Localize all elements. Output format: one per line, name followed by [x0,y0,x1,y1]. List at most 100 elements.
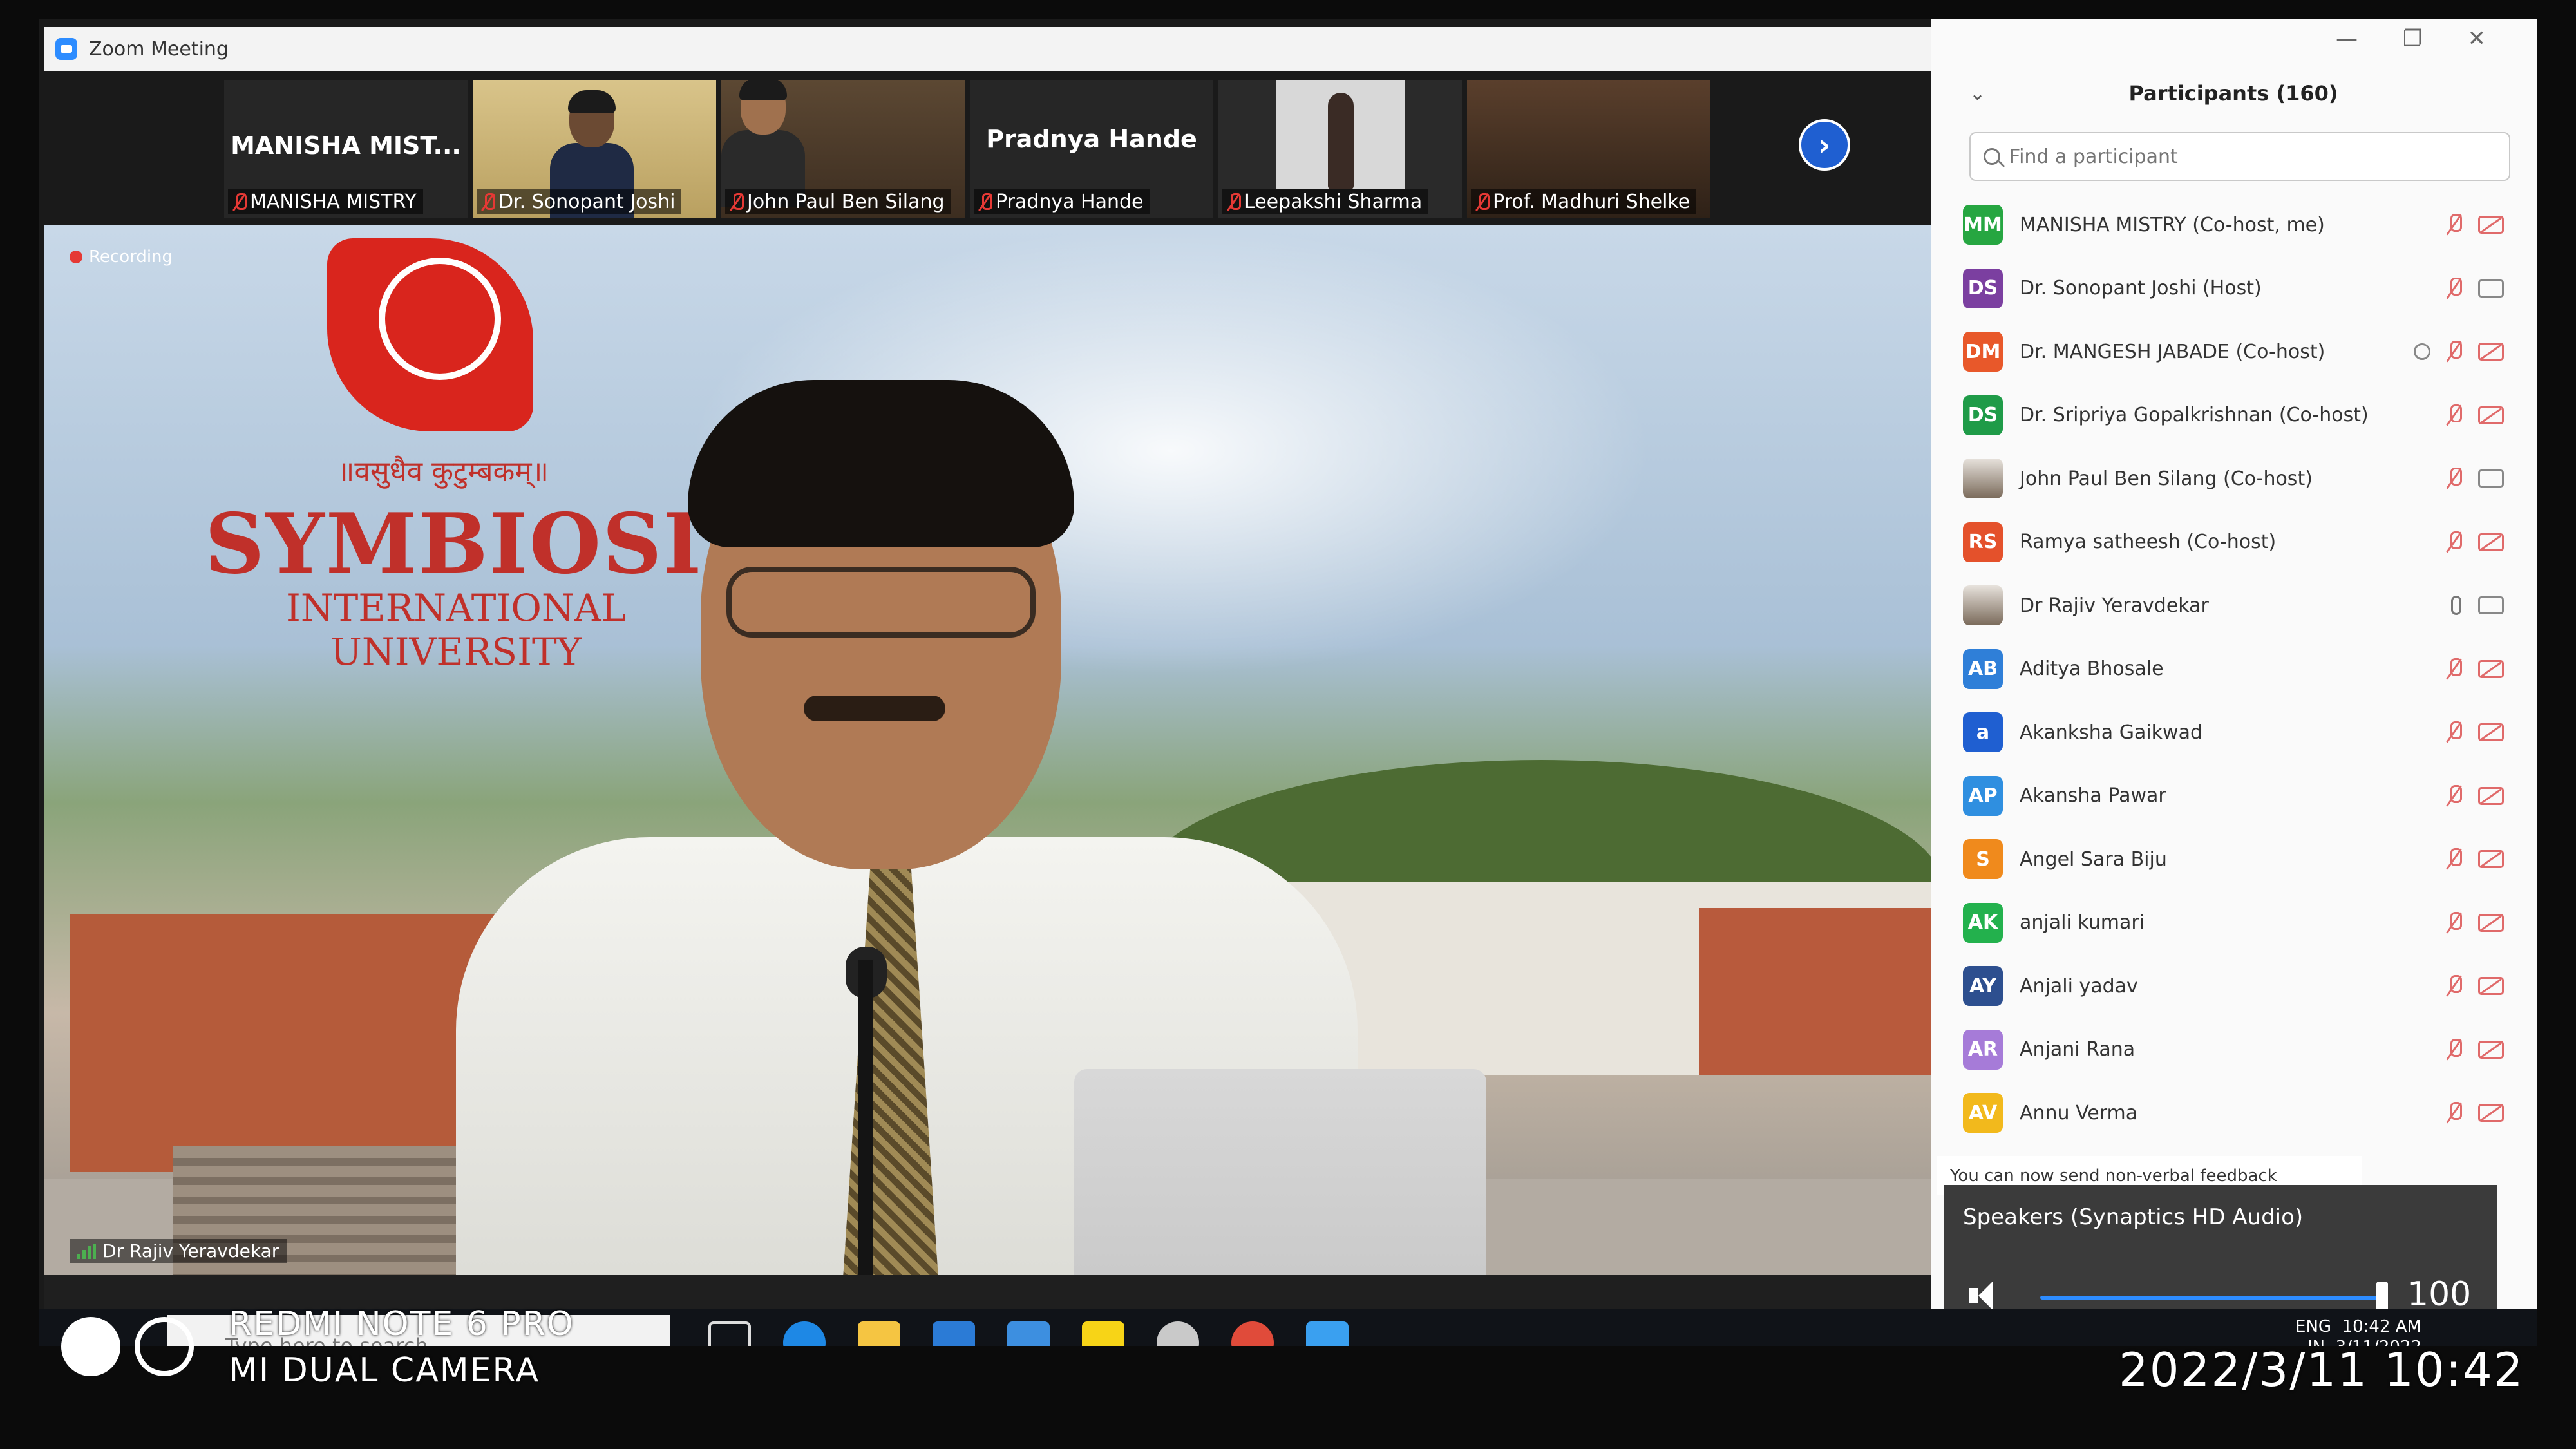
participant-search[interactable] [1969,132,2510,181]
store-icon[interactable] [933,1321,975,1346]
zoom-logo-icon [55,38,77,60]
participant-row[interactable]: DS Dr. Sripriya Gopalkrishnan (Co-host) [1963,384,2517,448]
chrome-icon[interactable] [1231,1321,1274,1346]
participant-row[interactable]: AR Anjani Rana [1963,1018,2517,1082]
participant-row[interactable]: a Akanksha Gaikwad [1963,701,2517,764]
participant-name: Dr. MANGESH JABADE (Co-host) [2020,340,2325,363]
volume-value: 100 [2407,1275,2472,1314]
video-off-icon[interactable] [2478,1104,2504,1122]
window-title: Zoom Meeting [89,37,229,61]
volume-slider-track[interactable] [2040,1296,2382,1300]
video-off-icon[interactable] [2478,1040,2504,1059]
speaker-volume-icon[interactable] [1969,1282,2008,1310]
mic-muted-icon[interactable] [2447,214,2462,236]
participant-row[interactable]: DS Dr. Sonopant Joshi (Host) [1963,257,2517,321]
zoom-meeting-window: Zoom Meeting MANISHA MIST... MANISHA MIS… [44,27,1931,1309]
thumbnail-pradnya[interactable]: Pradnya Hande Pradnya Hande [970,80,1213,218]
video-off-icon[interactable] [2478,533,2504,551]
mic-muted-icon[interactable] [2447,341,2462,363]
video-off-icon[interactable] [2478,406,2504,424]
minimize-icon[interactable]: — [2336,26,2358,52]
participant-name: Angel Sara Biju [2020,848,2167,871]
participant-row[interactable]: DM Dr. MANGESH JABADE (Co-host) [1963,320,2517,384]
mic-muted-icon[interactable] [2447,721,2462,743]
thumbnail-leepakshi[interactable]: Leepakshi Sharma [1218,80,1462,218]
thumbnail-sonopant[interactable]: Dr. Sonopant Joshi [473,80,716,218]
mic-muted-icon[interactable] [2447,404,2462,426]
participant-status-icons [2447,848,2504,870]
participant-name: Akansha Pawar [2020,784,2166,808]
mic-muted-icon [1477,193,1490,211]
campus-building [1280,882,1931,1075]
close-icon[interactable]: ✕ [2468,26,2486,52]
participant-row[interactable]: S Angel Sara Biju [1963,828,2517,891]
participant-name: John Paul Ben Silang (Co-host) [2020,467,2313,490]
mic-muted-icon[interactable] [2447,531,2462,553]
participant-status-icons [2447,721,2504,743]
next-page-button[interactable]: › [1799,119,1850,171]
participant-row[interactable]: John Paul Ben Silang (Co-host) [1963,447,2517,511]
avatar: AP [1963,775,2003,816]
participant-status-icons [2451,596,2504,616]
window-controls: — ❐ ✕ [2336,26,2486,52]
video-off-icon[interactable] [2478,343,2504,361]
video-off-icon[interactable] [2478,786,2504,805]
video-camera-icon[interactable] [2478,469,2504,488]
video-camera-icon[interactable] [2478,596,2504,615]
thumbnail-manisha[interactable]: MANISHA MIST... MANISHA MISTRY [224,80,468,218]
zoom-taskbar-icon[interactable] [1306,1321,1349,1346]
thumbnail-label: John Paul Ben Silang [725,189,951,214]
thumbnail-madhuri[interactable]: Prof. Madhuri Shelke [1467,80,1710,218]
mic-muted-icon[interactable] [2447,784,2462,807]
video-off-icon[interactable] [2478,913,2504,932]
mic-muted-icon[interactable] [2447,277,2462,299]
participant-status-icons [2447,531,2504,553]
paint-icon[interactable] [1157,1321,1199,1346]
participant-row[interactable]: RS Ramya satheesh (Co-host) [1963,511,2517,574]
video-off-icon[interactable] [2478,216,2504,234]
camera-model: REDMI NOTE 6 PRO [229,1305,574,1343]
mic-muted-icon[interactable] [2447,1102,2462,1124]
video-off-icon[interactable] [2478,723,2504,742]
mic-muted-icon[interactable] [2447,848,2462,870]
thumbnail-label: Dr. Sonopant Joshi [477,189,682,214]
mic-muted-icon[interactable] [2447,468,2462,489]
avatar: AB [1963,649,2003,689]
participant-name: Aditya Bhosale [2020,658,2164,681]
avatar: MM [1963,205,2003,245]
system-tray[interactable]: ENG 10:42 AM IN 3/11/2022 [2295,1316,2421,1346]
mail-icon[interactable] [1007,1321,1050,1346]
task-view-icon[interactable] [708,1321,751,1346]
maximize-icon[interactable]: ❐ [2403,26,2422,52]
participant-row[interactable]: MM MANISHA MISTRY (Co-host, me) [1963,193,2517,257]
participant-row[interactable]: AY Anjali yadav [1963,954,2517,1018]
video-off-icon[interactable] [2478,850,2504,869]
video-camera-icon[interactable] [2478,279,2504,298]
participant-status-icons [2447,975,2504,997]
avatar: DM [1963,332,2003,372]
camera-watermark: REDMI NOTE 6 PRO MI DUAL CAMERA [229,1301,574,1394]
participant-row[interactable]: AP Akansha Pawar [1963,764,2517,828]
mic-muted-icon[interactable] [2447,1038,2462,1061]
file-explorer-icon[interactable] [858,1321,900,1346]
participant-name: Dr. Sonopant Joshi (Host) [2020,277,2262,300]
avatar: AR [1963,1029,2003,1070]
participant-row[interactable]: Dr Rajiv Yeravdekar [1963,574,2517,638]
participant-row[interactable]: AK anjali kumari [1963,891,2517,955]
video-off-icon[interactable] [2478,977,2504,996]
participant-row[interactable]: AV Annu Verma [1963,1081,2517,1145]
microphone-icon[interactable] [2451,596,2461,616]
edge-browser-icon[interactable] [783,1321,826,1346]
thumbnail-john-paul[interactable]: John Paul Ben Silang [721,80,965,218]
participant-row[interactable]: AB Aditya Bhosale [1963,638,2517,701]
video-off-icon[interactable] [2478,659,2504,678]
signal-strength-icon [77,1243,96,1259]
speaker-device-name: Speakers (Synaptics HD Audio) [1963,1204,2304,1230]
mic-muted-icon[interactable] [2447,911,2462,934]
participant-status-icons [2447,1038,2504,1061]
recording-label: Recording [89,247,173,267]
sticky-notes-icon[interactable] [1082,1321,1124,1346]
mic-muted-icon[interactable] [2447,658,2462,680]
participant-search-input[interactable] [2009,145,2499,168]
mic-muted-icon[interactable] [2447,975,2462,997]
